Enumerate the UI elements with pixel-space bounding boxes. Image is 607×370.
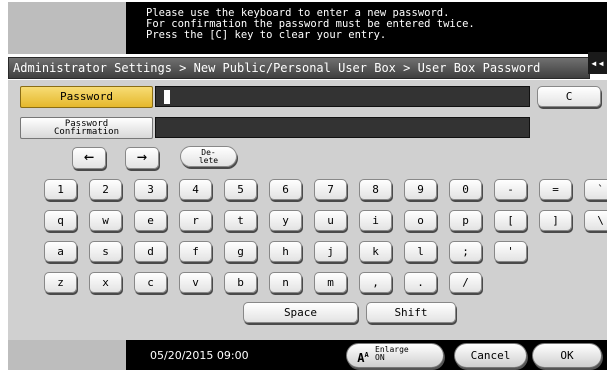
instruction-message: Please use the keyboard to enter a new p…: [146, 8, 475, 41]
key[interactable]: j: [314, 241, 347, 262]
delete-key[interactable]: De- lete: [180, 146, 237, 167]
key[interactable]: a: [44, 241, 77, 262]
ok-button[interactable]: OK: [532, 343, 602, 368]
key[interactable]: 9: [404, 179, 437, 200]
key[interactable]: h: [269, 241, 302, 262]
key[interactable]: q: [44, 210, 77, 231]
key[interactable]: r: [179, 210, 212, 231]
footer-left-area: [8, 340, 126, 370]
key[interactable]: p: [449, 210, 482, 231]
key[interactable]: c: [134, 272, 167, 293]
breadcrumb-bar: Administrator Settings > New Public/Pers…: [8, 57, 590, 79]
password-confirmation-button[interactable]: Password Confirmation: [20, 117, 153, 139]
key[interactable]: e: [134, 210, 167, 231]
key[interactable]: u: [314, 210, 347, 231]
key[interactable]: /: [449, 272, 482, 293]
key[interactable]: l: [404, 241, 437, 262]
key[interactable]: z: [44, 272, 77, 293]
screen: Please use the keyboard to enter a new p…: [0, 0, 607, 370]
cursor-right-key[interactable]: →: [125, 147, 159, 169]
key[interactable]: [: [494, 210, 527, 231]
enlarge-label: Enlarge ON: [375, 346, 409, 362]
key[interactable]: 4: [179, 179, 212, 200]
key[interactable]: 0: [449, 179, 482, 200]
key[interactable]: ]: [539, 210, 572, 231]
key[interactable]: i: [359, 210, 392, 231]
key[interactable]: 2: [89, 179, 122, 200]
key[interactable]: k: [359, 241, 392, 262]
key[interactable]: 3: [134, 179, 167, 200]
key[interactable]: y: [269, 210, 302, 231]
key[interactable]: d: [134, 241, 167, 262]
key[interactable]: =: [539, 179, 572, 200]
key[interactable]: ;: [449, 241, 482, 262]
collapse-tab-icon[interactable]: ◂◂: [588, 52, 607, 74]
password-input[interactable]: [155, 86, 530, 107]
key[interactable]: m: [314, 272, 347, 293]
clear-button[interactable]: C: [537, 86, 601, 107]
key[interactable]: -: [494, 179, 527, 200]
breadcrumb: Administrator Settings > New Public/Pers…: [13, 61, 541, 75]
key[interactable]: g: [224, 241, 257, 262]
key[interactable]: x: [89, 272, 122, 293]
key[interactable]: 1: [44, 179, 77, 200]
key[interactable]: ': [494, 241, 527, 262]
key[interactable]: v: [179, 272, 212, 293]
key[interactable]: o: [404, 210, 437, 231]
key[interactable]: 6: [269, 179, 302, 200]
key[interactable]: 8: [359, 179, 392, 200]
key[interactable]: 7: [314, 179, 347, 200]
delete-label-line2: lete: [198, 156, 219, 165]
key[interactable]: s: [89, 241, 122, 262]
text-cursor: [164, 90, 170, 104]
date-time: 05/20/2015 09:00: [150, 349, 249, 362]
cancel-button[interactable]: Cancel: [454, 343, 527, 368]
password-confirmation-input[interactable]: [155, 117, 530, 138]
shift-key[interactable]: Shift: [366, 302, 456, 323]
cursor-left-key[interactable]: ←: [72, 147, 106, 169]
message-bar-left-area: [8, 2, 126, 54]
message-line: Press the [C] key to clear your entry.: [146, 29, 387, 41]
confirm-label-line2: Confirmation: [53, 127, 120, 137]
enlarge-label-line2: ON: [375, 353, 385, 362]
key[interactable]: ,: [359, 272, 392, 293]
key[interactable]: .: [404, 272, 437, 293]
key[interactable]: f: [179, 241, 212, 262]
key[interactable]: \: [584, 210, 607, 231]
enlarge-icon: AA: [357, 351, 369, 365]
key[interactable]: `: [584, 179, 607, 200]
key[interactable]: t: [224, 210, 257, 231]
key[interactable]: w: [89, 210, 122, 231]
space-key[interactable]: Space: [243, 302, 358, 323]
enlarge-button[interactable]: AA Enlarge ON: [346, 343, 444, 368]
key[interactable]: 5: [224, 179, 257, 200]
key[interactable]: b: [224, 272, 257, 293]
key[interactable]: n: [269, 272, 302, 293]
password-field-button[interactable]: Password: [20, 86, 153, 108]
